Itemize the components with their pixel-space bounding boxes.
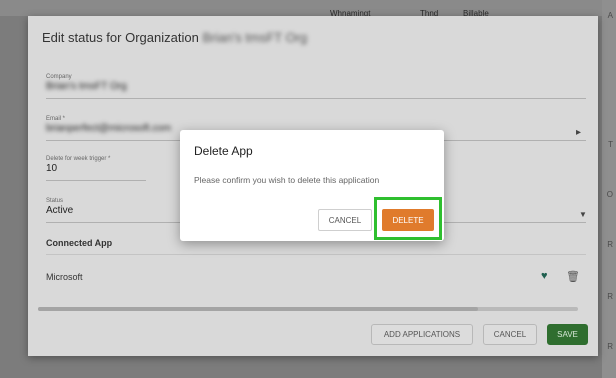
modal-title: Delete App bbox=[194, 144, 253, 158]
background-right-mark: T bbox=[608, 140, 613, 149]
cancel-button[interactable]: CANCEL bbox=[483, 324, 537, 345]
add-applications-button[interactable]: ADD APPLICATIONS bbox=[371, 324, 473, 345]
modal-message: Please confirm you wish to delete this a… bbox=[194, 175, 380, 185]
connected-app-row: Microsoft bbox=[46, 272, 83, 282]
background-right-mark: R bbox=[607, 240, 613, 249]
background-table-header: Whnamingt Thnd Billable bbox=[0, 0, 616, 18]
save-button[interactable]: SAVE bbox=[547, 324, 588, 345]
email-value: brianperfect@microsoft.com bbox=[46, 123, 172, 134]
trash-icon[interactable]: 🗑 bbox=[566, 270, 580, 283]
chevron-down-icon[interactable]: ▼ bbox=[579, 210, 587, 219]
status-value: Active bbox=[46, 205, 74, 216]
status-label: Status bbox=[46, 198, 64, 204]
horizontal-scrollbar[interactable] bbox=[38, 307, 578, 311]
background-right-mark: R bbox=[607, 292, 613, 301]
company-field[interactable]: Company Brian's tmsFT Org bbox=[46, 74, 127, 92]
status-select[interactable]: Status Active bbox=[46, 198, 73, 216]
scrollbar-thumb[interactable] bbox=[38, 307, 478, 311]
dialog-title: Edit status for Organization Brian's tms… bbox=[42, 30, 307, 45]
organization-name: Brian's tmsFT Org bbox=[202, 30, 308, 45]
background-right-mark: R bbox=[607, 342, 613, 351]
days-field[interactable]: Delete for week trigger * 10 bbox=[46, 156, 110, 174]
company-value: Brian's tmsFT Org bbox=[46, 81, 127, 92]
dialog-title-prefix: Edit status for Organization bbox=[42, 30, 199, 45]
delete-app-modal: Delete App Please confirm you wish to de… bbox=[180, 130, 444, 241]
delete-button[interactable]: DELETE bbox=[382, 209, 434, 231]
background-right-mark: O bbox=[606, 190, 613, 199]
connected-header-divider bbox=[46, 254, 586, 255]
modal-cancel-button[interactable]: CANCEL bbox=[318, 209, 372, 231]
company-underline bbox=[46, 98, 586, 99]
company-label: Company bbox=[46, 74, 72, 80]
background-right-column: A T O R R R bbox=[602, 0, 616, 378]
days-label: Delete for week trigger * bbox=[46, 156, 111, 162]
health-icon[interactable]: ♥ bbox=[541, 270, 548, 282]
email-field[interactable]: Email * brianperfect@microsoft.com bbox=[46, 116, 171, 134]
days-underline bbox=[46, 180, 146, 181]
email-label: Email * bbox=[46, 116, 66, 122]
days-value: 10 bbox=[46, 163, 58, 174]
caret-icon[interactable]: ▸ bbox=[576, 127, 581, 138]
connected-app-header: Connected App bbox=[46, 238, 113, 248]
connected-app-name: Microsoft bbox=[46, 272, 83, 282]
background-right-mark: A bbox=[607, 11, 613, 20]
